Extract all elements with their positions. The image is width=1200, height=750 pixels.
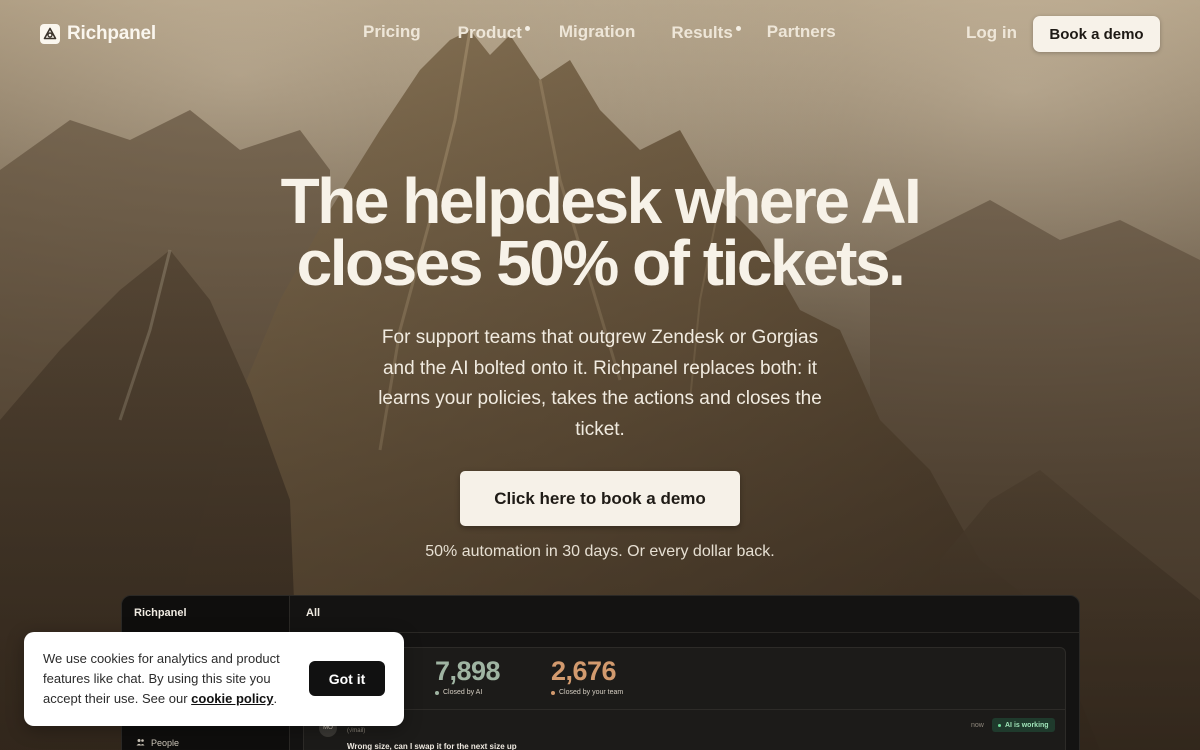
ai-status-badge: AI is working — [992, 718, 1055, 732]
people-icon — [136, 738, 145, 748]
richpanel-logo-icon — [40, 24, 60, 44]
app-topbar: All — [290, 596, 1079, 633]
cookie-policy-link[interactable]: cookie policy — [191, 691, 273, 706]
stat-value: 7,898 — [435, 656, 501, 686]
stat-label: Closed by your team — [559, 689, 624, 696]
new-indicator-dot — [524, 26, 530, 31]
ticket-time: now — [971, 722, 984, 729]
cookie-text: We use cookies for analytics and product… — [43, 649, 301, 709]
nav-link-label: Results — [671, 23, 733, 42]
stat-label: Closed by AI — [443, 689, 483, 696]
cookie-text-end: . — [273, 691, 278, 706]
hero-subtitle: For support teams that outgrew Zendesk o… — [378, 327, 822, 440]
ticket-meta: (√mail) — [347, 728, 366, 734]
book-demo-button[interactable]: Book a demo — [1033, 16, 1160, 52]
ticket-subject: Wrong size, can I swap it for the next s… — [347, 742, 517, 750]
sidebar-item-people: People — [136, 738, 179, 748]
hero-book-demo-button[interactable]: Click here to book a demo — [460, 471, 740, 526]
nav-link-migration[interactable]: Migration — [559, 22, 636, 42]
stat-closed-by-ai: 7,898 Closed by AI — [435, 656, 501, 696]
login-link[interactable]: Log in — [966, 23, 1017, 43]
status-dot-icon — [998, 723, 1001, 727]
nav-link-label: Partners — [766, 22, 836, 41]
nav-link-label: Pricing — [363, 22, 421, 41]
hero-title: The helpdesk where AI closes 50% of tick… — [0, 165, 1200, 299]
tab-all: All — [306, 607, 321, 619]
brand-logo[interactable]: Richpanel — [40, 23, 156, 45]
panel-divider — [304, 709, 1065, 710]
legend-dot — [435, 690, 439, 695]
app-brand: Richpanel — [134, 607, 187, 619]
stat-label-row: Closed by your team — [551, 689, 623, 696]
nav-link-label: Migration — [558, 22, 636, 41]
stat-value: 2,676 — [551, 656, 617, 686]
sidebar-item-label: People — [151, 738, 180, 748]
new-indicator-dot — [735, 26, 741, 31]
hero-title-line-2: closes 50% of tickets. — [296, 227, 906, 299]
stats-panel: 7,898 Closed by AI 2,676 Closed by your … — [303, 647, 1066, 750]
stat-label-row: Closed by AI — [435, 689, 500, 696]
accept-cookies-button[interactable]: Got it — [309, 661, 385, 696]
nav-link-partners[interactable]: Partners — [767, 22, 836, 42]
ai-status-label: AI is working — [1005, 721, 1049, 729]
cookie-banner: We use cookies for analytics and product… — [24, 632, 404, 726]
nav-link-pricing[interactable]: Pricing — [363, 22, 421, 42]
guarantee-text: 50% automation in 30 days. Or every doll… — [425, 543, 775, 560]
nav-link-label: Product — [457, 23, 522, 42]
top-navigation: Richpanel Pricing Product Migration Resu… — [0, 0, 1200, 68]
brand-name: Richpanel — [67, 23, 156, 44]
nav-link-product[interactable]: Product — [457, 23, 530, 43]
hero-title-line-1: The helpdesk where AI — [280, 165, 922, 237]
legend-dot — [551, 690, 555, 695]
nav-link-results[interactable]: Results — [671, 23, 741, 43]
nav-links: Pricing Product Migration Results Partne… — [363, 22, 836, 42]
stat-closed-by-team: 2,676 Closed by your team — [551, 656, 623, 696]
